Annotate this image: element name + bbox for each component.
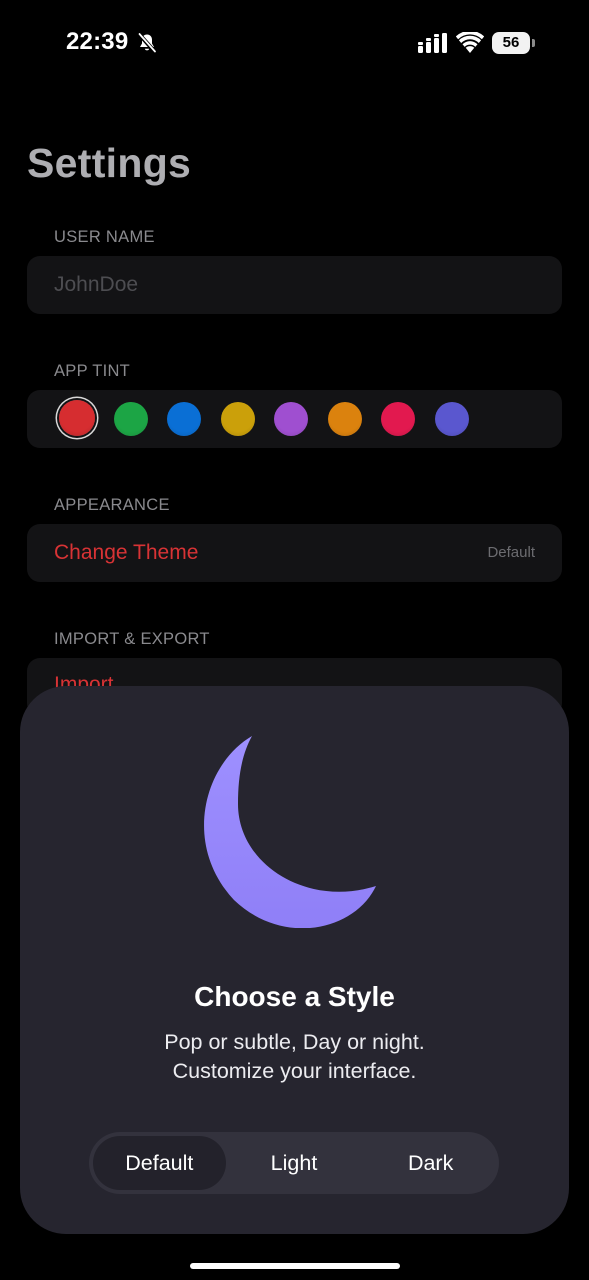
section-header-import-export: IMPORT & EXPORT bbox=[54, 630, 210, 648]
home-indicator[interactable] bbox=[190, 1263, 400, 1269]
bell-slash-icon bbox=[137, 32, 157, 54]
tint-swatch[interactable] bbox=[220, 402, 255, 436]
style-segmented-control: Default Light Dark bbox=[89, 1132, 499, 1194]
sheet-subtitle-line-2: Customize your interface. bbox=[172, 1059, 417, 1083]
tint-swatch[interactable] bbox=[327, 402, 362, 436]
style-option-default[interactable]: Default bbox=[93, 1136, 226, 1190]
tint-swatch[interactable] bbox=[434, 402, 469, 436]
style-option-dark[interactable]: Dark bbox=[362, 1132, 499, 1194]
settings-screen: 22:39 56 Settings USER NAME AP bbox=[0, 0, 589, 1280]
sheet-title: Choose a Style bbox=[194, 981, 395, 1012]
status-bar: 22:39 56 bbox=[0, 0, 589, 88]
page-title: Settings bbox=[27, 140, 192, 186]
battery-tip bbox=[532, 39, 535, 47]
tint-swatch[interactable] bbox=[274, 402, 308, 436]
sheet-subtitle-line-1: Pop or subtle, Day or night. bbox=[164, 1030, 425, 1054]
wifi-icon bbox=[456, 32, 484, 53]
style-option-light[interactable]: Light bbox=[226, 1132, 363, 1194]
change-theme-value: Default bbox=[487, 544, 535, 561]
section-header-app-tint: APP TINT bbox=[54, 362, 131, 380]
app-tint-swatch-row bbox=[27, 390, 562, 448]
tint-swatch[interactable] bbox=[167, 402, 201, 436]
change-theme-label: Change Theme bbox=[54, 541, 199, 564]
section-header-appearance: APPEARANCE bbox=[54, 496, 170, 514]
moon-icon bbox=[204, 736, 376, 928]
battery-indicator: 56 bbox=[492, 32, 530, 54]
tint-swatch[interactable] bbox=[59, 400, 95, 436]
change-theme-row[interactable]: Change Theme Default bbox=[27, 524, 562, 582]
tint-swatch[interactable] bbox=[381, 402, 415, 436]
choose-style-sheet: Choose a Style Pop or subtle, Day or nig… bbox=[20, 686, 569, 1234]
section-header-user-name: USER NAME bbox=[54, 228, 155, 246]
tint-swatch[interactable] bbox=[113, 402, 148, 436]
user-name-field-group bbox=[27, 256, 562, 314]
status-time: 22:39 bbox=[66, 28, 129, 55]
user-name-input[interactable] bbox=[54, 256, 534, 314]
cellular-signal-icon bbox=[418, 33, 447, 53]
